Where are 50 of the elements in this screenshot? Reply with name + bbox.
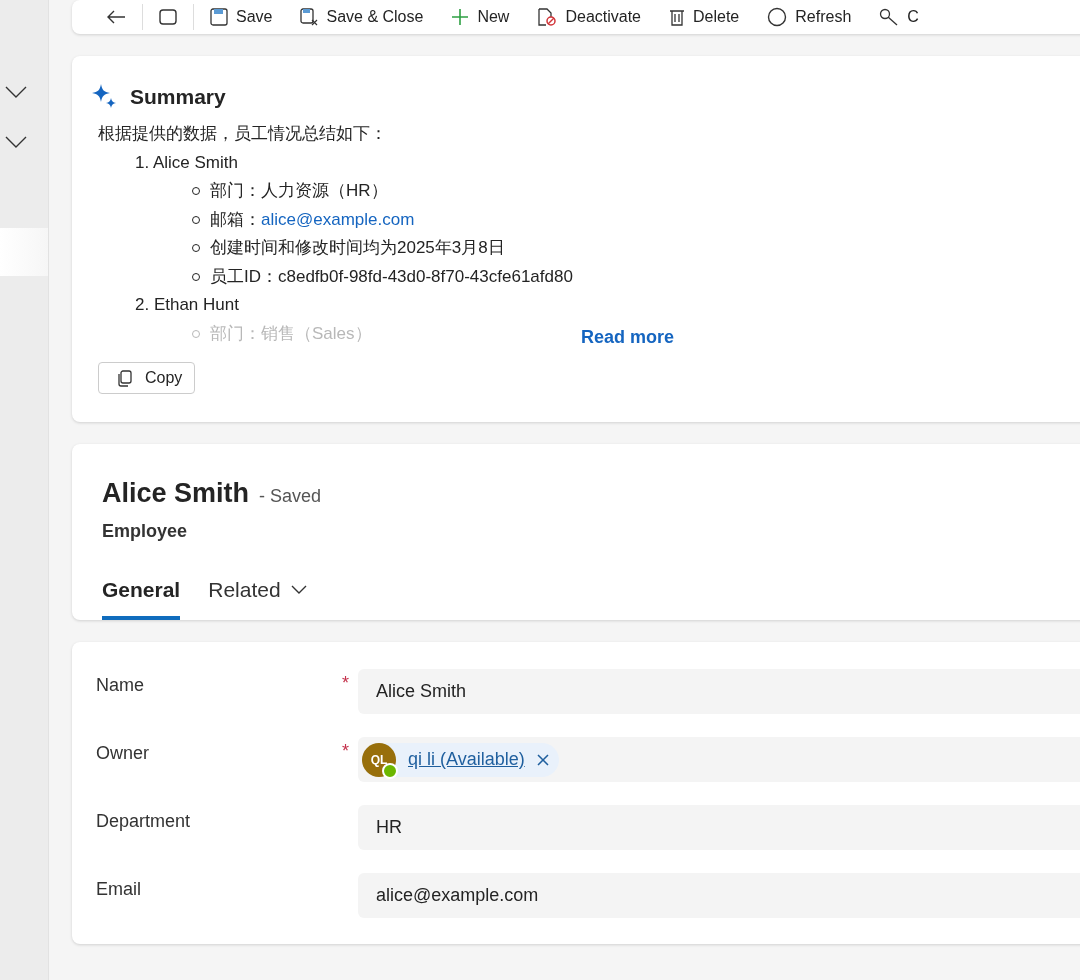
plus-icon <box>451 8 470 26</box>
window-icon <box>159 9 177 25</box>
delete-button[interactable]: Delete <box>657 8 752 26</box>
field-label: Email <box>96 878 142 900</box>
tool-button[interactable]: C <box>867 8 931 26</box>
remove-icon[interactable] <box>536 753 549 766</box>
employee-entry: 1. Alice Smith <box>134 151 239 174</box>
chevron-icon <box>290 585 307 595</box>
deactivate-button[interactable]: Deactivate <box>525 8 653 26</box>
summary-intro: 根据提供的数据，员工情况总结如下： <box>98 123 388 145</box>
owner-chip[interactable]: QL qi li (Available) <box>362 742 559 777</box>
detail-text: 员工ID：c8edfb0f-98fd-43d0-8f70-43cfe61afd80 <box>210 265 573 288</box>
document-blocked-icon <box>537 8 558 26</box>
record-title: Alice Smith <box>102 478 250 509</box>
new-button[interactable]: New <box>439 8 522 26</box>
save-status: - Saved <box>259 486 322 507</box>
arrow-icon <box>106 10 126 24</box>
circle-icon <box>767 7 788 27</box>
detail-text: 部门：人力资源（HR） <box>210 180 388 202</box>
email-link[interactable]: alice@example.com <box>261 209 415 229</box>
tab[interactable]: General <box>102 570 181 620</box>
save-close-button[interactable]: Save & Close <box>288 8 436 26</box>
window-button[interactable] <box>142 4 194 30</box>
detail-text: 邮箱：alice@example.com <box>210 208 415 231</box>
avatar: QL <box>362 742 396 777</box>
detail-text: 创建时间和修改时间均为2025年3月8日 <box>210 237 505 259</box>
trash-icon <box>669 8 685 26</box>
floppy-disk-icon <box>300 8 319 26</box>
input-field[interactable]: HR <box>358 805 1080 850</box>
lookup-field[interactable]: QL qi li (Available) <box>358 737 1080 782</box>
refresh-button[interactable]: Refresh <box>755 7 864 27</box>
entity-name: Employee <box>102 521 189 542</box>
employee-entry: 2. Ethan Hunt <box>134 294 240 316</box>
field-label: Owner <box>96 742 150 764</box>
copy-button[interactable]: Copy <box>98 362 196 394</box>
field-label: Department <box>96 810 192 832</box>
copy-icon <box>117 369 133 387</box>
detail-text: 部门：销售（Sales） <box>210 322 372 345</box>
chevron-icon <box>5 136 27 148</box>
chevron-icon <box>5 86 27 98</box>
input-field[interactable]: Alice Smith <box>358 669 1080 714</box>
input-field[interactable]: alice@example.com <box>358 873 1080 918</box>
owner-link[interactable]: qi li (Available) <box>408 749 525 770</box>
sparkle-icon <box>92 84 118 110</box>
save-button[interactable]: Save <box>198 8 285 26</box>
required-mark: * <box>342 741 349 761</box>
field-label: Name <box>96 674 145 696</box>
tab[interactable]: Related <box>208 570 307 620</box>
summary-title: Summary <box>130 85 226 109</box>
required-mark: * <box>342 673 349 693</box>
